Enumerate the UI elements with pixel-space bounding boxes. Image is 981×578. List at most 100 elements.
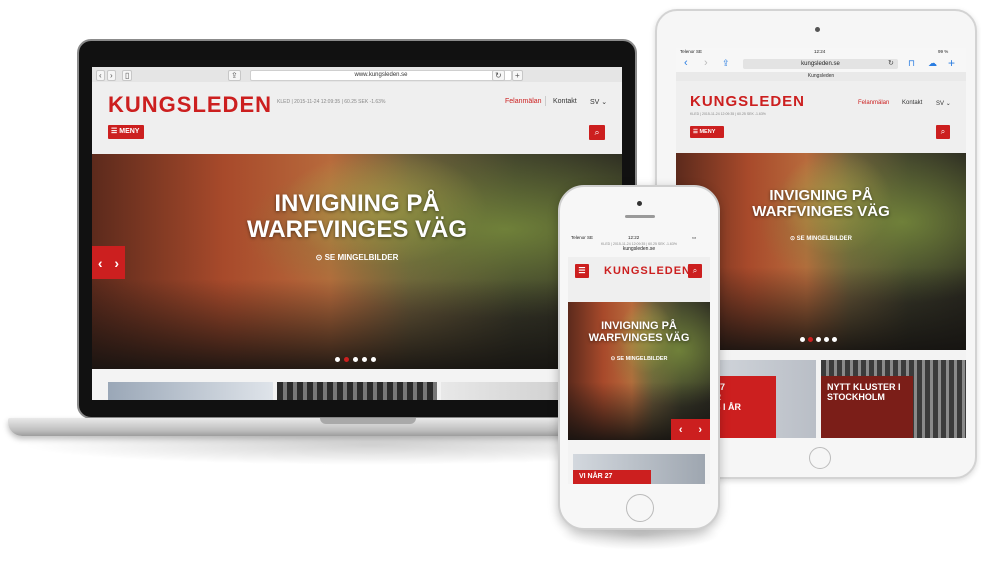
slider-dot[interactable] (335, 357, 340, 362)
hero-title-line-2: WARFVINGES VÄG (588, 331, 690, 344)
phone-browser-toolbar: KLED | 2015-11-24 12:09:35 | 60.25 SEK -… (568, 241, 710, 257)
nav-report-link[interactable]: Felanmälan (858, 100, 889, 106)
slider-dot[interactable] (800, 337, 805, 342)
phone-news-tile-label: VI NÅR 27 (573, 470, 651, 484)
slider-dot-active[interactable] (808, 337, 813, 342)
search-button[interactable]: ⌕ (936, 125, 950, 139)
phone-home-button[interactable] (626, 494, 654, 522)
nav-divider (545, 96, 546, 106)
laptop-logo[interactable]: KUNGSLEDEN (108, 92, 272, 118)
hero-cta-label: SE MINGELBILDER (324, 253, 399, 262)
news-tile-right-label: NYTT KLUSTER I STOCKHOLM (821, 376, 913, 438)
slider-arrows[interactable]: ‹ › (671, 419, 710, 440)
sidebar-icon[interactable]: ▯ (122, 70, 133, 81)
nav-report-link[interactable]: Felanmälan (505, 98, 542, 105)
phone-address-bar[interactable]: kungsleden.se (568, 246, 710, 252)
share-icon[interactable]: ⇪ (228, 70, 241, 81)
language-selector[interactable]: SV ⌄ (936, 100, 951, 107)
slider-dot[interactable] (816, 337, 821, 342)
laptop-browser-toolbar: ‹ › ▯ ⇪ www.kungsleden.se ↻ + (92, 67, 622, 83)
tablet-time: 12:24 (814, 49, 826, 54)
hero-cta-label: SE MINGELBILDER (616, 356, 668, 362)
phone-logo[interactable]: KUNGSLEDEN (604, 265, 691, 277)
laptop-stock-ticker: KLED | 2015-11-24 12:09:35 | 60.25 SEK -… (277, 99, 386, 105)
laptop-site-header: KUNGSLEDEN KLED | 2015-11-24 12:09:35 | … (92, 82, 622, 154)
tablet-logo[interactable]: KUNGSLEDEN (690, 93, 805, 110)
cloud-icon[interactable]: ☁ (928, 58, 937, 69)
search-icon: ⌕ (692, 266, 698, 275)
slider-dot[interactable] (832, 337, 837, 342)
phone-status-bar: Telenor SE 12:22 ▭ (568, 234, 710, 241)
slider-dot-active[interactable] (344, 357, 349, 362)
play-circle-icon: ⊙ (315, 253, 323, 262)
back-icon[interactable]: ‹ (96, 70, 105, 81)
search-icon: ⌕ (594, 127, 600, 137)
slider-dots (800, 337, 837, 342)
back-icon[interactable]: ‹ (684, 57, 688, 69)
laptop-hero-title: INVIGNING PÅ WARFVINGES VÄG (197, 191, 517, 243)
search-button[interactable]: ⌕ (589, 125, 605, 140)
slider-dots (335, 357, 376, 362)
tablet-address-bar[interactable]: kungsleden.se (743, 59, 898, 69)
hero-title-line-2: WARFVINGES VÄG (752, 203, 890, 221)
phone-speaker (625, 215, 655, 218)
menu-button[interactable]: ☰ MENY (108, 125, 144, 139)
language-selector[interactable]: SV ⌄ (590, 98, 607, 106)
hero-title-line-1: INVIGNING PÅ (274, 190, 440, 217)
phone-hero-slider: INVIGNING PÅ WARFVINGES VÄG ⊙ SE MINGELB… (568, 302, 710, 440)
chevron-right-icon[interactable]: › (698, 424, 702, 436)
phone-screen: Telenor SE 12:22 ▭ KLED | 2015-11-24 12:… (568, 234, 710, 484)
tablet-tab-title[interactable]: Kungsleden (676, 72, 966, 81)
phone-hero-cta[interactable]: ⊙ SE MINGELBILDER (594, 356, 684, 362)
phone-time: 12:22 (628, 235, 640, 240)
language-label: SV (936, 101, 945, 107)
chevron-down-icon: ⌄ (601, 99, 608, 106)
hero-cta-label: SE MINGELBILDER (796, 236, 853, 242)
slider-arrows[interactable]: ‹ › (92, 246, 125, 279)
laptop-address-bar[interactable]: www.kungsleden.se (250, 70, 512, 81)
search-button[interactable]: ⌕ (688, 264, 702, 278)
slider-dot[interactable] (362, 357, 367, 362)
phone-carrier: Telenor SE (571, 235, 594, 240)
chevron-left-icon[interactable]: ‹ (98, 255, 103, 271)
reload-icon[interactable]: ↻ (492, 70, 505, 81)
laptop-hero-cta[interactable]: ⊙ SE MINGELBILDER (292, 253, 422, 262)
hero-title-line-1: INVIGNING PÅ (769, 187, 873, 204)
menu-label: MENY (119, 128, 140, 135)
tablet-camera (815, 27, 820, 32)
tablet-hero-cta[interactable]: ⊙ SE MINGELBILDER (771, 235, 871, 242)
tablet-home-button[interactable] (809, 447, 831, 469)
menu-button[interactable]: ☰ MENY (690, 126, 724, 138)
laptop-screen: ‹ › ▯ ⇪ www.kungsleden.se ↻ + KUNGSLEDEN… (92, 67, 622, 400)
chevron-left-icon[interactable]: ‹ (679, 424, 683, 436)
phone-news-tile[interactable]: VI NÅR 27 (573, 454, 705, 484)
search-icon: ⌕ (940, 127, 946, 136)
hero-image-shade (92, 278, 622, 369)
news-tile-right[interactable]: NYTT KLUSTER I STOCKHOLM (821, 360, 966, 438)
phone-hero-title: INVIGNING PÅ WARFVINGES VÄG (579, 320, 699, 345)
slider-dot[interactable] (824, 337, 829, 342)
laptop-hero-slider: INVIGNING PÅ WARFVINGES VÄG ⊙ SE MINGELB… (92, 154, 622, 369)
new-tab-icon[interactable]: + (948, 56, 955, 70)
phone-site-header: ☰ KUNGSLEDEN ⌕ (568, 257, 710, 302)
slider-dot[interactable] (371, 357, 376, 362)
news-tile[interactable] (108, 382, 273, 400)
tablet-browser-toolbar: ‹ › ⇪ kungsleden.se ↻ ⊓ ☁ + (676, 56, 966, 72)
hamburger-icon: ☰ (578, 266, 586, 275)
news-tile[interactable] (277, 382, 437, 400)
news-tile-right-line-2: STOCKHOLM (827, 392, 885, 402)
hero-title-line-2: WARFVINGES VÄG (246, 215, 468, 243)
forward-icon[interactable]: › (704, 57, 708, 69)
bookmarks-icon[interactable]: ⊓ (908, 58, 915, 69)
reload-icon[interactable]: ↻ (888, 59, 894, 67)
nav-contact-link[interactable]: Kontakt (553, 98, 577, 105)
share-icon[interactable]: ⇪ (722, 58, 730, 69)
phone-camera (637, 201, 642, 206)
menu-button[interactable]: ☰ (575, 264, 589, 278)
new-tab-icon[interactable]: + (512, 70, 523, 81)
tablet-battery: 99 % (938, 49, 949, 54)
forward-icon[interactable]: › (107, 70, 116, 81)
nav-contact-link[interactable]: Kontakt (902, 100, 922, 106)
slider-dot[interactable] (353, 357, 358, 362)
chevron-right-icon[interactable]: › (114, 255, 119, 271)
